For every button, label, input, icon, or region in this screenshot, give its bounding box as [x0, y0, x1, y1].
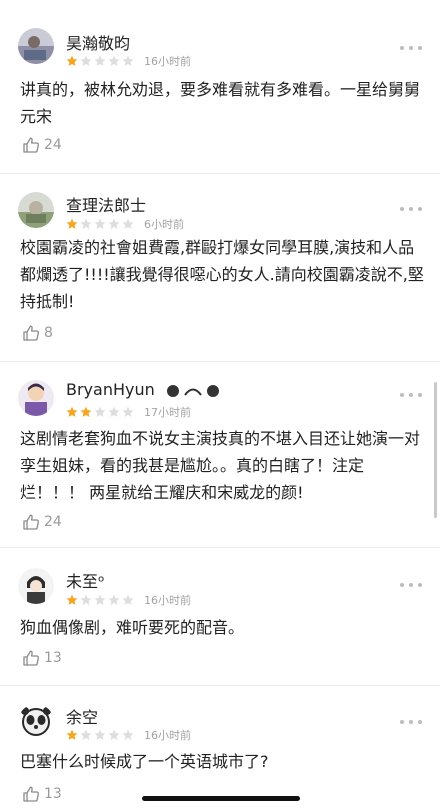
- star-empty-icon: [80, 594, 92, 605]
- more-options-button[interactable]: [400, 580, 422, 590]
- review-item: 未至ᵒ 16小时前 狗血偶像剧，难听要死的配音。 13: [0, 548, 440, 686]
- username[interactable]: 未至ᵒ: [66, 568, 105, 592]
- star-empty-icon: [94, 218, 106, 229]
- review-item: 查理法郎士 6小时前 校園霸凌的社會姐費霞,群毆打爆女同學耳膜,演技和人品都爛透…: [0, 174, 440, 362]
- like-button[interactable]: 8: [22, 324, 53, 342]
- star-empty-icon: [108, 218, 120, 229]
- home-indicator[interactable]: [142, 796, 300, 801]
- more-options-button[interactable]: [400, 390, 422, 400]
- star-empty-icon: [80, 729, 92, 740]
- more-options-button[interactable]: [400, 43, 422, 53]
- timestamp: 16小时前: [144, 55, 191, 68]
- rating-row: 16小时前: [66, 728, 191, 742]
- like-button[interactable]: 13: [22, 649, 62, 667]
- review-text: 校園霸凌的社會姐費霞,群毆打爆女同學耳膜,演技和人品都爛透了!!!!讓我覺得很噁…: [20, 238, 424, 311]
- timestamp: 16小时前: [144, 729, 191, 742]
- star-rating: [66, 594, 134, 606]
- thumbs-up-icon: [23, 325, 39, 341]
- star-empty-icon: [122, 594, 134, 605]
- star-rating: [66, 218, 134, 230]
- username[interactable]: 昊瀚敬昀: [66, 30, 130, 54]
- timestamp: 6小时前: [144, 218, 184, 231]
- thumbs-up-icon: [23, 786, 39, 802]
- user-avatar[interactable]: [18, 704, 54, 740]
- star-empty-icon: [94, 594, 106, 605]
- review-text: 狗血偶像剧，难听要死的配音。: [20, 618, 245, 637]
- username[interactable]: 余空: [66, 704, 98, 728]
- timestamp: 16小时前: [144, 594, 191, 607]
- thumbs-up-icon: [23, 650, 39, 666]
- review-text: 巴塞什么时候成了一个英语城市了?: [20, 752, 269, 771]
- like-count: 24: [44, 514, 62, 530]
- star-filled-icon: [66, 594, 78, 605]
- rating-row: 6小时前: [66, 217, 184, 231]
- star-empty-icon: [108, 406, 120, 417]
- review-item: BryanHyun 17小时前 这剧情老套狗血不说女主演技真的不堪入目还让她演一…: [0, 362, 440, 548]
- user-avatar[interactable]: [18, 568, 54, 604]
- thumbs-up-icon: [23, 137, 39, 153]
- star-rating: [66, 729, 134, 741]
- dark-dot-badge-icon: [166, 384, 179, 397]
- more-options-button[interactable]: [400, 717, 422, 727]
- like-count: 13: [44, 786, 62, 802]
- dark-dot-badge-icon: [206, 384, 219, 397]
- like-count: 8: [44, 325, 53, 341]
- star-filled-icon: [66, 406, 78, 417]
- star-empty-icon: [122, 729, 134, 740]
- like-button[interactable]: 24: [22, 513, 62, 531]
- like-button[interactable]: 13: [22, 785, 62, 803]
- star-filled-icon: [66, 218, 78, 229]
- star-empty-icon: [108, 594, 120, 605]
- review-item: 余空 16小时前 巴塞什么时候成了一个英语城市了? 13: [0, 686, 440, 812]
- rating-row: 16小时前: [66, 593, 191, 607]
- star-filled-icon: [80, 406, 92, 417]
- star-empty-icon: [108, 729, 120, 740]
- review-item: 昊瀚敬昀 16小时前 讲真的，被林允劝退，要多难看就有多难看。一星给舅舅元宋 2…: [0, 0, 440, 174]
- star-empty-icon: [94, 729, 106, 740]
- rating-row: 16小时前: [66, 54, 191, 68]
- star-rating: [66, 55, 134, 67]
- scrollbar[interactable]: [434, 382, 437, 518]
- star-empty-icon: [108, 55, 120, 66]
- username[interactable]: BryanHyun: [66, 380, 220, 399]
- user-avatar[interactable]: [18, 28, 54, 64]
- username[interactable]: 查理法郎士: [66, 192, 146, 216]
- username-text: BryanHyun: [66, 380, 155, 399]
- star-empty-icon: [94, 55, 106, 66]
- user-badges: [166, 384, 220, 398]
- thumbs-up-icon: [23, 514, 39, 530]
- star-empty-icon: [80, 218, 92, 229]
- star-empty-icon: [122, 406, 134, 417]
- star-empty-icon: [94, 406, 106, 417]
- star-empty-icon: [122, 218, 134, 229]
- like-count: 24: [44, 137, 62, 153]
- star-rating: [66, 406, 134, 418]
- wave-badge-icon: [184, 388, 202, 396]
- more-options-button[interactable]: [400, 204, 422, 214]
- star-empty-icon: [80, 55, 92, 66]
- user-avatar[interactable]: [18, 380, 54, 416]
- review-text: 这剧情老套狗血不说女主演技真的不堪入目还让她演一对孪生姐妹，看的我甚是尴尬。。真…: [20, 429, 421, 502]
- star-empty-icon: [122, 55, 134, 66]
- star-filled-icon: [66, 729, 78, 740]
- user-avatar[interactable]: [18, 192, 54, 228]
- rating-row: 17小时前: [66, 405, 191, 419]
- review-text: 讲真的，被林允劝退，要多难看就有多难看。一星给舅舅元宋: [20, 80, 421, 126]
- star-filled-icon: [66, 55, 78, 66]
- like-count: 13: [44, 650, 62, 666]
- like-button[interactable]: 24: [22, 136, 62, 154]
- timestamp: 17小时前: [144, 406, 191, 419]
